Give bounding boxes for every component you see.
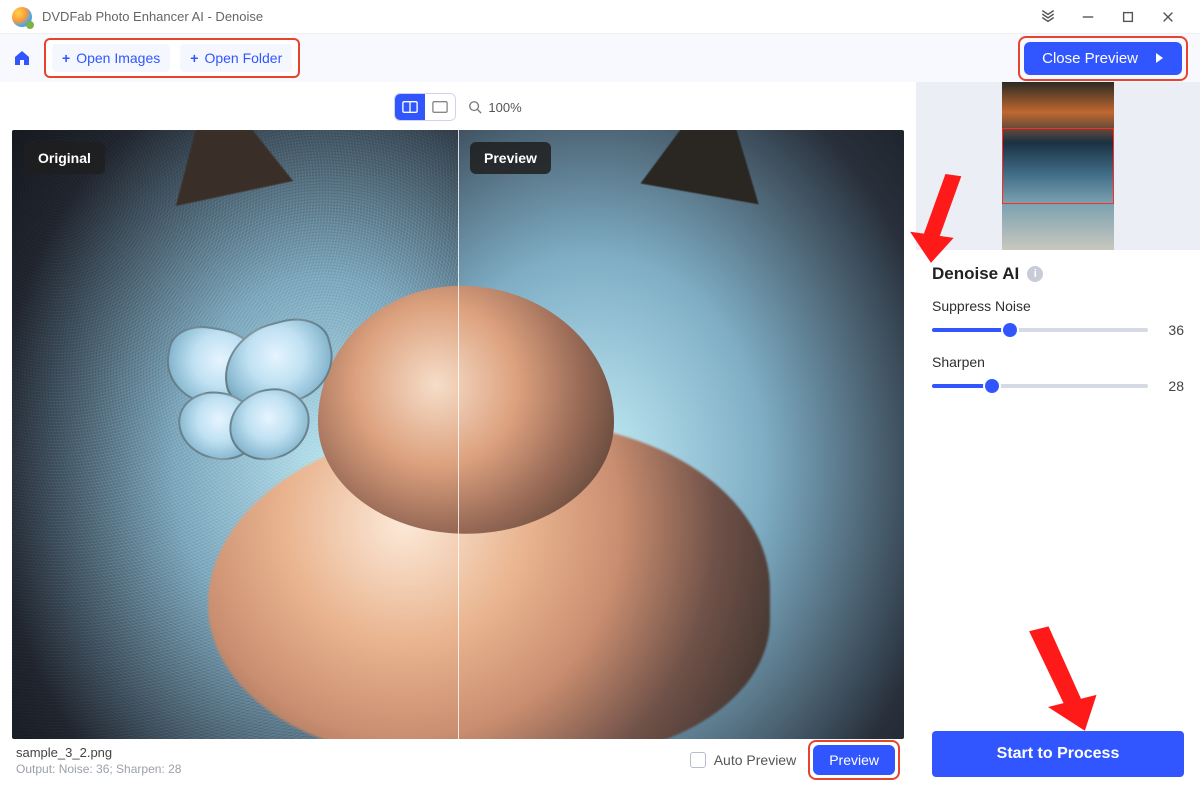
controls-panel: Denoise AI i Suppress Noise 36 Sharpen [916, 250, 1200, 793]
view-tools: 100% [12, 90, 904, 124]
plus-icon: + [62, 50, 70, 66]
slider-noise-label: Suppress Noise [932, 298, 1184, 314]
split-view-icon [402, 100, 418, 114]
filename-text: sample_3_2.png [16, 745, 181, 760]
open-images-label: Open Images [76, 50, 160, 66]
preview-button[interactable]: Preview [813, 745, 895, 775]
section-title: Denoise AI [932, 264, 1019, 284]
minimize-icon [1081, 10, 1095, 24]
compare-divider[interactable] [458, 130, 459, 739]
info-icon[interactable]: i [1027, 266, 1043, 282]
original-half [12, 130, 458, 739]
start-process-label: Start to Process [997, 745, 1120, 762]
main-footer: sample_3_2.png Output: Noise: 36; Sharpe… [12, 739, 904, 783]
maximize-icon [1121, 10, 1135, 24]
magnifier-icon [468, 100, 482, 114]
home-icon [12, 48, 32, 68]
titlebar: DVDFab Photo Enhancer AI - Denoise [0, 0, 1200, 34]
minimize-button[interactable] [1068, 0, 1108, 34]
auto-preview-label: Auto Preview [714, 752, 796, 768]
zoom-control[interactable]: 100% [468, 100, 521, 115]
close-icon [1161, 10, 1175, 24]
auto-preview-toggle[interactable]: Auto Preview [690, 752, 796, 768]
chevron-right-icon [1154, 52, 1164, 64]
open-images-button[interactable]: + Open Images [52, 44, 170, 72]
plus-icon: + [190, 50, 198, 66]
slider-sharpen-control[interactable]: 28 [932, 378, 1184, 394]
main-panel: 100% Original Preview sample_3_2.png Out… [0, 82, 916, 793]
preview-button-label: Preview [829, 752, 879, 768]
view-mode-toggle [394, 93, 456, 121]
preview-button-highlight: Preview [808, 740, 900, 780]
auto-preview-checkbox[interactable] [690, 752, 706, 768]
window-menu-button[interactable] [1028, 0, 1068, 34]
open-folder-button[interactable]: + Open Folder [180, 44, 292, 72]
slider-sharpen-track[interactable] [932, 384, 1148, 388]
thumbnail-strip [916, 82, 1200, 250]
content-area: 100% Original Preview sample_3_2.png Out… [0, 82, 1200, 793]
thumbnail-selection-box[interactable] [1002, 128, 1114, 204]
app-logo-icon [12, 7, 32, 27]
preview-tag: Preview [470, 142, 551, 174]
window-title: DVDFab Photo Enhancer AI - Denoise [42, 9, 263, 24]
zoom-level: 100% [488, 100, 521, 115]
slider-sharpen-thumb[interactable] [985, 379, 999, 393]
single-view-icon [432, 100, 448, 114]
start-process-button[interactable]: Start to Process [932, 731, 1184, 777]
thumbnail-item[interactable] [1002, 82, 1114, 250]
slider-noise-track[interactable] [932, 328, 1148, 332]
sidebar: Denoise AI i Suppress Noise 36 Sharpen [916, 82, 1200, 793]
split-view-button[interactable] [395, 94, 425, 120]
slider-sharpen-label: Sharpen [932, 354, 1184, 370]
slider-noise: Suppress Noise 36 [932, 298, 1184, 338]
triple-bar-icon [1041, 10, 1055, 24]
home-button[interactable] [12, 48, 32, 68]
close-preview-label: Close Preview [1042, 50, 1138, 67]
section-header: Denoise AI i [932, 264, 1184, 284]
slider-sharpen-value: 28 [1160, 378, 1184, 394]
open-folder-label: Open Folder [204, 50, 282, 66]
close-button[interactable] [1148, 0, 1188, 34]
slider-sharpen: Sharpen 28 [932, 354, 1184, 394]
maximize-button[interactable] [1108, 0, 1148, 34]
toolbar: + Open Images + Open Folder Close Previe… [0, 34, 1200, 82]
preview-half [458, 130, 904, 739]
close-preview-button[interactable]: Close Preview [1024, 42, 1182, 75]
output-settings-text: Output: Noise: 36; Sharpen: 28 [16, 762, 181, 776]
original-tag: Original [24, 142, 105, 174]
slider-noise-value: 36 [1160, 322, 1184, 338]
close-preview-highlight: Close Preview [1018, 36, 1188, 81]
single-view-button[interactable] [425, 94, 455, 120]
slider-noise-control[interactable]: 36 [932, 322, 1184, 338]
preview-canvas[interactable]: Original Preview [12, 130, 904, 739]
slider-noise-thumb[interactable] [1003, 323, 1017, 337]
open-buttons-group: + Open Images + Open Folder [44, 38, 300, 78]
